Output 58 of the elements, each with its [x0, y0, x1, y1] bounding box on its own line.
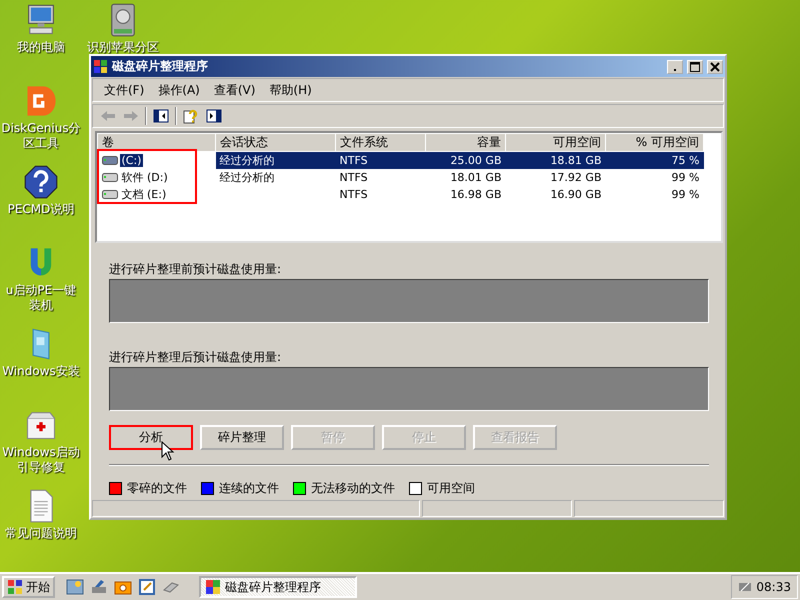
menu-item[interactable]: 操作(A) [151, 82, 207, 98]
menu-item[interactable]: 帮助(H) [262, 82, 319, 98]
table-cell: 经过分析的 [220, 170, 274, 184]
volume-name[interactable]: 文档 (E:) [120, 186, 168, 202]
close-button[interactable] [707, 60, 723, 74]
column-header[interactable]: 文件系统 [336, 134, 426, 152]
legend-label: 可用空间 [427, 480, 475, 497]
table-cell: NTFS [340, 154, 368, 167]
windows-logo-icon [7, 579, 23, 595]
column-header[interactable]: 可用空间 [506, 134, 606, 152]
table-cell: 16.98 GB [450, 188, 502, 200]
column-header[interactable]: 卷 [98, 134, 216, 152]
window-title: 磁盘碎片整理程序 [112, 58, 209, 75]
help-icon[interactable] [23, 164, 59, 200]
legend-label: 连续的文件 [219, 480, 279, 497]
maximize-button[interactable] [687, 60, 703, 74]
drive-icon [102, 190, 118, 198]
legend-label: 零碎的文件 [127, 480, 187, 497]
defrag-app-icon [205, 579, 221, 595]
maximize-icon [690, 62, 700, 72]
table-cell: 18.01 GB [450, 170, 502, 184]
mouse-pointer-icon [161, 441, 175, 461]
pane-toggle-icon[interactable] [205, 108, 223, 124]
table-cell: 18.81 GB [550, 154, 602, 167]
volume-name[interactable]: 软件 (D:) [120, 170, 170, 184]
action-button[interactable]: 碎片整理 [200, 425, 284, 450]
table-cell: 16.90 GB [550, 188, 602, 200]
help-icon[interactable] [182, 108, 200, 124]
drive-icon [102, 156, 118, 165]
pane-toggle-icon[interactable] [152, 108, 170, 124]
volume-name[interactable]: (C:) [120, 154, 144, 167]
usage-label: 进行碎片整理前预计磁盘使用量: [109, 261, 282, 277]
table-cell: 经过分析的 [220, 154, 274, 167]
table-cell: 17.92 GB [550, 170, 602, 184]
table-cell: 25.00 GB [450, 154, 502, 167]
taskbar-button[interactable]: 磁盘碎片整理程序 [199, 576, 357, 598]
table-cell: NTFS [340, 170, 368, 184]
drive-icon [102, 172, 118, 182]
column-header[interactable]: 容量 [426, 134, 506, 152]
table-cell: 99 % [672, 170, 700, 184]
table-cell: NTFS [340, 188, 368, 200]
close-icon [710, 62, 720, 72]
printer-icon[interactable] [90, 578, 108, 596]
edit-frame-icon[interactable] [138, 578, 156, 596]
table-cell: 99 % [672, 188, 700, 200]
menu-item[interactable]: 查看(V) [206, 82, 262, 98]
menu-item[interactable]: 文件(F) [97, 82, 152, 98]
clock: 08:33 [756, 580, 791, 594]
usage-label: 进行碎片整理后预计磁盘使用量: [109, 349, 282, 365]
column-header[interactable]: % 可用空间 [606, 134, 704, 152]
network-icon[interactable] [738, 581, 752, 593]
defrag-app-icon [93, 59, 108, 74]
action-button[interactable]: 分析 [109, 425, 193, 450]
picture-icon[interactable] [66, 578, 84, 596]
table-cell: 75 % [672, 154, 700, 167]
start-button[interactable]: 开始 [2, 576, 55, 598]
column-header[interactable]: 会话状态 [216, 134, 336, 152]
legend-label: 无法移动的文件 [311, 480, 395, 497]
